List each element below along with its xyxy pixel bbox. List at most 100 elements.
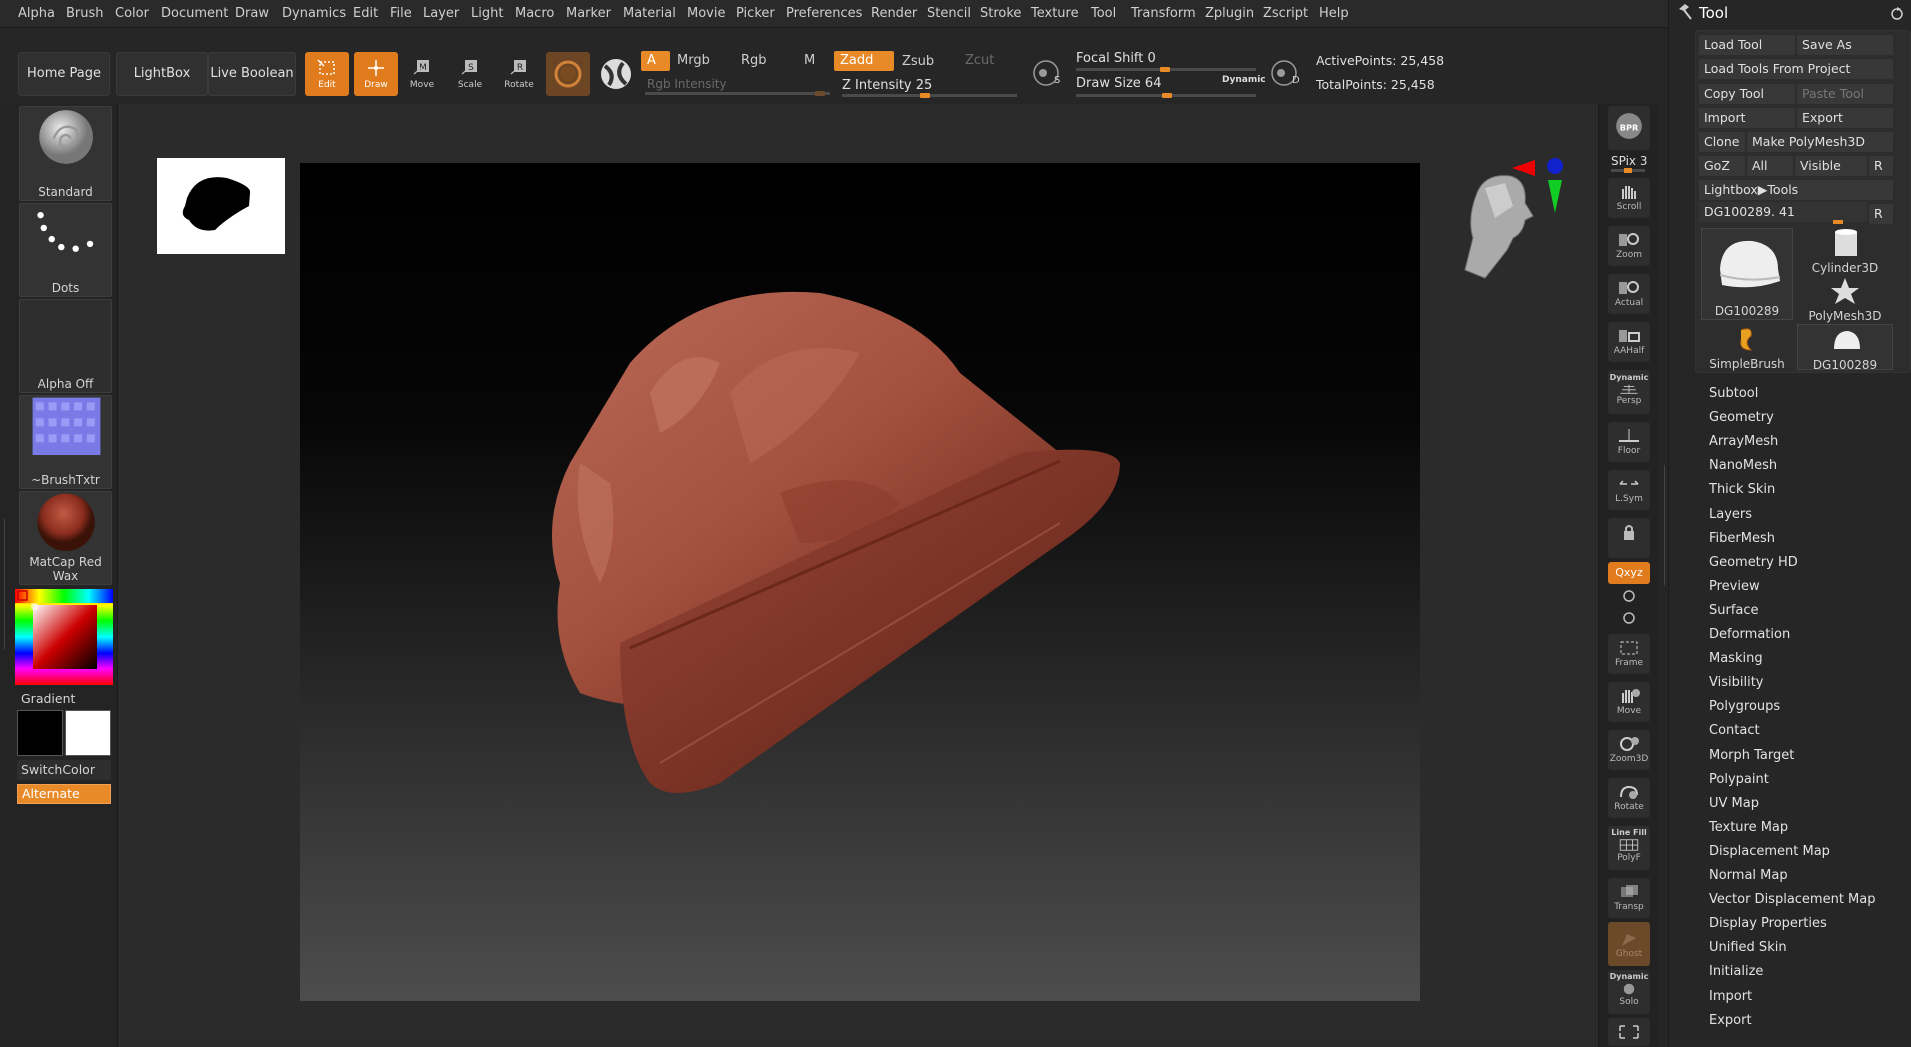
subpalette-fibermesh[interactable]: FiberMesh <box>1709 531 1775 546</box>
zoom-button[interactable]: Zoom <box>1608 226 1650 266</box>
menu-render[interactable]: Render <box>871 6 917 21</box>
rgb-button[interactable]: Rgb <box>735 51 795 71</box>
subpalette-geometry-hd[interactable]: Geometry HD <box>1709 555 1798 570</box>
brush-selector[interactable]: Standard <box>19 106 112 201</box>
subpalette-polypaint[interactable]: Polypaint <box>1709 772 1769 787</box>
current-tool-slider-thumb[interactable] <box>1833 220 1843 224</box>
import-button[interactable]: Import <box>1699 108 1795 128</box>
menu-document[interactable]: Document <box>161 6 228 21</box>
subpalette-vector-displacement-map[interactable]: Vector Displacement Map <box>1709 892 1876 907</box>
sphere-shading-button[interactable] <box>596 52 636 96</box>
menu-tool[interactable]: Tool <box>1091 6 1116 21</box>
subpalette-contact[interactable]: Contact <box>1709 723 1760 738</box>
menu-texture[interactable]: Texture <box>1031 6 1079 21</box>
spix-setting[interactable]: SPix 3 <box>1611 154 1647 168</box>
draw-size-thumb[interactable] <box>1162 93 1172 98</box>
menu-zplugin[interactable]: Zplugin <box>1205 6 1254 21</box>
subpalette-geometry[interactable]: Geometry <box>1709 410 1774 425</box>
tool-thumb-polymesh3d[interactable]: PolyMesh3D <box>1797 276 1893 323</box>
rgb-intensity-thumb[interactable] <box>815 91 825 96</box>
paste-tool-button[interactable]: Paste Tool <box>1797 84 1893 104</box>
focal-shift-thumb[interactable] <box>1160 67 1170 72</box>
a-button[interactable]: A <box>641 51 670 71</box>
polyf-button[interactable]: Line Fill PolyF <box>1608 826 1650 870</box>
save-as-button[interactable]: Save As <box>1797 35 1893 55</box>
subpalette-layers[interactable]: Layers <box>1709 507 1752 522</box>
gradient-toggle[interactable]: Gradient <box>21 691 75 706</box>
tool-thumb-cylinder3d[interactable]: Cylinder3D <box>1797 228 1893 275</box>
ghost-button[interactable]: Ghost <box>1608 922 1650 966</box>
subpalette-surface[interactable]: Surface <box>1709 603 1759 618</box>
solo-button[interactable]: Dynamic Solo <box>1608 970 1650 1014</box>
menu-stroke[interactable]: Stroke <box>980 6 1021 21</box>
focal-shift-label[interactable]: Focal Shift 0 <box>1076 51 1156 66</box>
rotate-y-toggle[interactable] <box>1621 588 1637 604</box>
lightbox-button[interactable]: LightBox <box>116 52 208 96</box>
palette-popout-icon[interactable] <box>1889 5 1905 21</box>
mrgb-button[interactable]: Mrgb <box>671 51 731 71</box>
rgb-intensity-slider-label[interactable]: Rgb Intensity <box>641 74 821 94</box>
menu-preferences[interactable]: Preferences <box>786 6 862 21</box>
subpalette-arraymesh[interactable]: ArrayMesh <box>1709 434 1778 449</box>
subpalette-nanomesh[interactable]: NanoMesh <box>1709 458 1777 473</box>
menu-dynamics[interactable]: Dynamics <box>282 6 346 21</box>
alternate-button[interactable]: Alternate <box>17 784 111 804</box>
main-color-swatch[interactable] <box>17 710 63 756</box>
scroll-button[interactable]: Scroll <box>1608 178 1650 218</box>
subpalette-uv-map[interactable]: UV Map <box>1709 796 1759 811</box>
goz-all-button[interactable]: All <box>1747 156 1793 176</box>
subpalette-initialize[interactable]: Initialize <box>1709 964 1763 979</box>
make-polymesh3d-button[interactable]: Make PolyMesh3D <box>1747 132 1893 152</box>
subpalette-polygroups[interactable]: Polygroups <box>1709 699 1780 714</box>
current-tool-slider[interactable]: DG100289. 41 <box>1699 202 1867 222</box>
expand-view-button[interactable] <box>1608 1018 1650 1046</box>
xyz-button[interactable]: Qxyz <box>1608 562 1650 584</box>
draw-mode-button[interactable]: Draw <box>354 52 398 96</box>
persp-button[interactable]: Dynamic Persp <box>1608 370 1650 414</box>
subpalette-preview[interactable]: Preview <box>1709 579 1760 594</box>
dynamic-toggle[interactable]: Dynamic <box>1222 75 1266 85</box>
scale-mode-button[interactable]: S Scale <box>448 52 492 96</box>
subpalette-import[interactable]: Import <box>1709 989 1752 1004</box>
tool-thumb-simplebrush[interactable]: SimpleBrush <box>1701 324 1793 371</box>
menu-draw[interactable]: Draw <box>235 6 269 21</box>
menu-stencil[interactable]: Stencil <box>927 6 971 21</box>
switch-color-button[interactable]: SwitchColor <box>17 760 111 780</box>
menu-layer[interactable]: Layer <box>423 6 459 21</box>
live-boolean-button[interactable]: Live Boolean <box>208 52 296 96</box>
s-lazymouse-button[interactable]: S <box>1030 56 1064 90</box>
subpalette-display-properties[interactable]: Display Properties <box>1709 916 1827 931</box>
document-canvas[interactable] <box>300 163 1420 1001</box>
frame-button[interactable]: Frame <box>1608 634 1650 674</box>
menu-marker[interactable]: Marker <box>566 6 611 21</box>
current-tool-r-button[interactable]: R <box>1869 204 1893 224</box>
subpalette-thick-skin[interactable]: Thick Skin <box>1709 482 1775 497</box>
spix-thumb[interactable] <box>1624 168 1632 173</box>
rotate-mode-button[interactable]: R Rotate <box>497 52 541 96</box>
draw-size-label[interactable]: Draw Size 64 <box>1076 76 1161 91</box>
rotate-z-toggle[interactable] <box>1621 610 1637 626</box>
aahalf-button[interactable]: AAHalf <box>1608 322 1650 362</box>
d-lazymouse-button[interactable]: D <box>1268 56 1302 90</box>
home-page-button[interactable]: Home Page <box>18 52 110 96</box>
menu-transform[interactable]: Transform <box>1131 6 1196 21</box>
texture-selector[interactable]: ~BrushTxtr <box>19 395 112 489</box>
move-view-button[interactable]: Move <box>1608 682 1650 722</box>
stroke-selector[interactable]: Dots <box>19 203 112 297</box>
zadd-button[interactable]: Zadd <box>834 51 894 71</box>
m-button[interactable]: M <box>798 51 828 71</box>
goz-r-button[interactable]: R <box>1869 156 1893 176</box>
menu-alpha[interactable]: Alpha <box>18 6 55 21</box>
bpr-button[interactable]: BPR <box>1608 106 1650 150</box>
menu-edit[interactable]: Edit <box>353 6 378 21</box>
color-picker[interactable] <box>15 589 113 685</box>
right-collapse-handle[interactable] <box>1660 465 1665 585</box>
subpalette-normal-map[interactable]: Normal Map <box>1709 868 1788 883</box>
alpha-selector[interactable]: Alpha Off <box>19 299 112 393</box>
floor-button[interactable]: Floor <box>1608 422 1650 462</box>
zcut-button[interactable]: Zcut <box>959 51 1019 71</box>
subpalette-subtool[interactable]: Subtool <box>1709 386 1758 401</box>
menu-brush[interactable]: Brush <box>66 6 104 21</box>
tool-thumb-dg100289-active[interactable]: DG100289 <box>1701 228 1793 320</box>
actual-button[interactable]: Actual <box>1608 274 1650 314</box>
